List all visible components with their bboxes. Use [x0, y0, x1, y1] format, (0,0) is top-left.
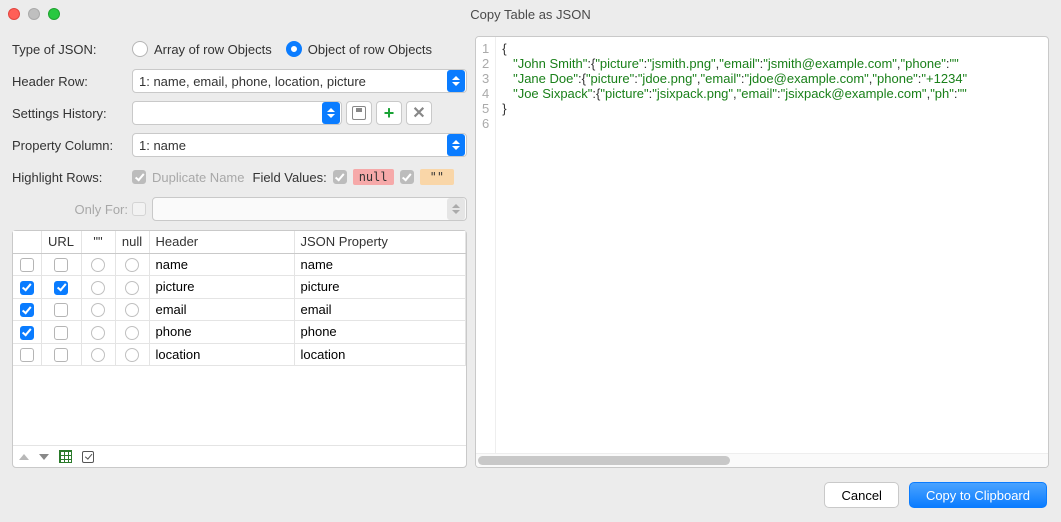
- label-highlight-rows: Highlight Rows:: [12, 170, 132, 185]
- row-null-radio[interactable]: [125, 258, 139, 272]
- save-settings-button[interactable]: [346, 101, 372, 125]
- row-property-cell[interactable]: name: [294, 253, 466, 276]
- empty-badge: "": [420, 169, 454, 185]
- row-null-radio[interactable]: [125, 281, 139, 295]
- label-property-column: Property Column:: [12, 138, 132, 153]
- row-null-radio[interactable]: [125, 326, 139, 340]
- row-property-cell[interactable]: phone: [294, 321, 466, 344]
- col-null[interactable]: null: [115, 231, 149, 253]
- save-icon: [352, 106, 366, 120]
- check-all-icon[interactable]: [82, 451, 94, 463]
- row-include-checkbox[interactable]: [20, 326, 34, 340]
- header-row-select[interactable]: 1: name, email, phone, location, picture: [132, 69, 467, 93]
- radio-label: Array of row Objects: [154, 42, 272, 57]
- row-url-checkbox[interactable]: [54, 326, 68, 340]
- row-header-cell[interactable]: email: [149, 298, 294, 321]
- col-header[interactable]: Header: [149, 231, 294, 253]
- row-header-cell[interactable]: phone: [149, 321, 294, 344]
- move-up-icon[interactable]: [19, 454, 29, 460]
- delete-settings-button[interactable]: ✕: [406, 101, 432, 125]
- close-window-icon[interactable]: [8, 8, 20, 20]
- chevron-updown-icon: [447, 134, 465, 156]
- grid-icon[interactable]: [59, 450, 72, 463]
- row-header-cell[interactable]: location: [149, 343, 294, 366]
- row-property-cell[interactable]: location: [294, 343, 466, 366]
- row-empty-radio[interactable]: [91, 326, 105, 340]
- row-null-radio[interactable]: [125, 303, 139, 317]
- row-url-checkbox[interactable]: [54, 348, 68, 362]
- row-include-checkbox[interactable]: [20, 348, 34, 362]
- row-include-checkbox[interactable]: [20, 303, 34, 317]
- columns-table: URL "" null Header JSON Property namenam…: [12, 230, 467, 468]
- empty-checkbox: [400, 170, 414, 184]
- label-header-row: Header Row:: [12, 74, 132, 89]
- move-down-icon[interactable]: [39, 454, 49, 460]
- row-null-radio[interactable]: [125, 348, 139, 362]
- x-icon: ✕: [412, 103, 425, 123]
- table-row[interactable]: phonephone: [13, 321, 466, 344]
- radio-label: Object of row Objects: [308, 42, 432, 57]
- null-badge: null: [353, 169, 394, 185]
- only-for-checkbox: [132, 202, 146, 216]
- json-preview: 1 2 3 4 5 6 { "John Smith":{"picture":"j…: [475, 36, 1049, 468]
- only-for-select: [152, 197, 467, 221]
- row-empty-radio[interactable]: [91, 303, 105, 317]
- table-row[interactable]: emailemail: [13, 298, 466, 321]
- row-include-checkbox[interactable]: [20, 258, 34, 272]
- property-column-select[interactable]: 1: name: [132, 133, 467, 157]
- duplicate-name-label: Duplicate Name: [152, 170, 245, 185]
- row-url-checkbox[interactable]: [54, 258, 68, 272]
- copy-to-clipboard-button[interactable]: Copy to Clipboard: [909, 482, 1047, 508]
- chevron-updown-icon: [447, 198, 465, 220]
- col-include[interactable]: [13, 231, 41, 253]
- cancel-button[interactable]: Cancel: [824, 482, 898, 508]
- chevron-updown-icon: [322, 102, 340, 124]
- zoom-window-icon[interactable]: [48, 8, 60, 20]
- table-row[interactable]: locationlocation: [13, 343, 466, 366]
- titlebar: Copy Table as JSON: [0, 0, 1061, 28]
- row-url-checkbox[interactable]: [54, 281, 68, 295]
- col-url[interactable]: URL: [41, 231, 81, 253]
- row-empty-radio[interactable]: [91, 281, 105, 295]
- radio-icon: [132, 41, 148, 57]
- row-header-cell[interactable]: name: [149, 253, 294, 276]
- row-include-checkbox[interactable]: [20, 281, 34, 295]
- row-property-cell[interactable]: picture: [294, 276, 466, 299]
- null-checkbox: [333, 170, 347, 184]
- label-settings-history: Settings History:: [12, 106, 132, 121]
- table-row[interactable]: namename: [13, 253, 466, 276]
- row-url-checkbox[interactable]: [54, 303, 68, 317]
- add-settings-button[interactable]: +: [376, 101, 402, 125]
- row-empty-radio[interactable]: [91, 348, 105, 362]
- label-field-values: Field Values:: [253, 170, 327, 185]
- row-property-cell[interactable]: email: [294, 298, 466, 321]
- settings-history-select[interactable]: [132, 101, 342, 125]
- table-row[interactable]: picturepicture: [13, 276, 466, 299]
- radio-icon: [286, 41, 302, 57]
- row-empty-radio[interactable]: [91, 258, 105, 272]
- chevron-updown-icon: [447, 70, 465, 92]
- horizontal-scrollbar[interactable]: [476, 453, 1048, 467]
- radio-array-of-row-objects[interactable]: Array of row Objects: [132, 41, 272, 57]
- duplicate-name-checkbox: [132, 170, 146, 184]
- row-header-cell[interactable]: picture: [149, 276, 294, 299]
- window-title: Copy Table as JSON: [470, 7, 590, 22]
- col-empty[interactable]: "": [81, 231, 115, 253]
- col-json-property[interactable]: JSON Property: [294, 231, 466, 253]
- minimize-window-icon: [28, 8, 40, 20]
- label-only-for: Only For:: [12, 202, 132, 217]
- radio-object-of-row-objects[interactable]: Object of row Objects: [286, 41, 432, 57]
- label-type-of-json: Type of JSON:: [12, 42, 132, 57]
- plus-icon: +: [384, 103, 395, 124]
